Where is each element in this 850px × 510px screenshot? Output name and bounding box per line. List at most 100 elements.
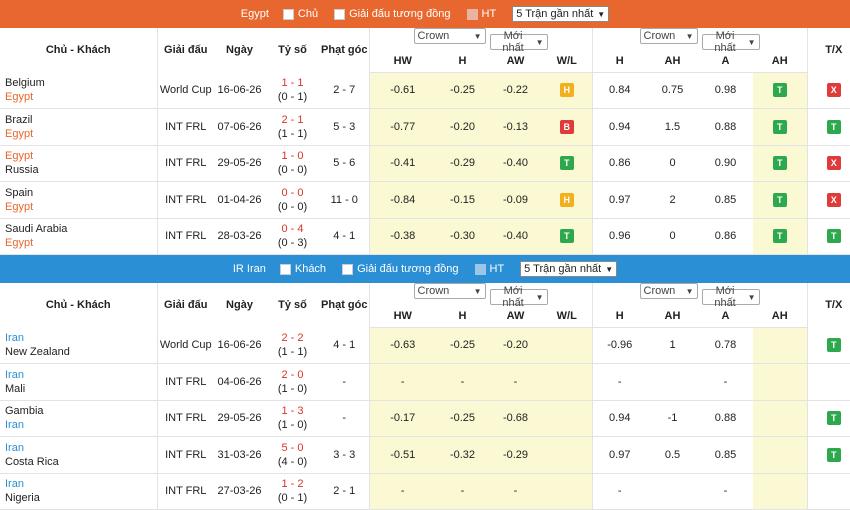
home-team[interactable]: Iran bbox=[5, 477, 157, 491]
hw-odds-cell: -0.38 bbox=[368, 218, 436, 255]
ht-filter[interactable]: HT bbox=[466, 8, 496, 20]
odds-time-select[interactable]: Mới nhất ▼ bbox=[701, 285, 760, 309]
checkbox-icon[interactable] bbox=[342, 263, 354, 275]
result-badge: T bbox=[772, 119, 787, 134]
ah-result-cell: T bbox=[753, 145, 807, 182]
corners-cell: 11 - 0 bbox=[320, 181, 369, 219]
home-team[interactable]: Egypt bbox=[5, 149, 157, 163]
bookmaker-value: Crown bbox=[417, 285, 450, 297]
home-team[interactable]: Gambia bbox=[5, 404, 157, 418]
checkbox-icon[interactable] bbox=[334, 8, 346, 20]
odds-time-select[interactable]: Mới nhất ▼ bbox=[489, 285, 548, 309]
table-row[interactable]: Gambia Iran INT FRL 29-05-26 1 - 3 (1 - 0) - -0… bbox=[0, 400, 850, 437]
table-row[interactable]: Iran Mali INT FRL 04-06-26 2 - 0 (1 - 0) - - - - -… bbox=[0, 363, 850, 401]
table-row[interactable]: Saudi Arabia Egypt INT FRL 28-03-26 0 - 4 (0 … bbox=[0, 218, 850, 255]
table-row[interactable]: Iran New Zealand World Cup 16-06-26 2 - 2 (1 … bbox=[0, 327, 850, 364]
away-team[interactable]: Egypt bbox=[5, 127, 157, 141]
draw-odds-cell: - bbox=[436, 363, 489, 401]
over-under-cell: X bbox=[806, 145, 850, 182]
checkbox-icon[interactable] bbox=[474, 263, 486, 275]
odds-time-select[interactable]: Mới nhất ▼ bbox=[489, 30, 548, 54]
away-team[interactable]: Costa Rica bbox=[5, 455, 157, 469]
home-team[interactable]: Iran bbox=[5, 368, 157, 382]
aw-odds-cell: -0.68 bbox=[489, 400, 542, 437]
same-league-label: Giải đấu tương đồng bbox=[349, 8, 451, 20]
odds-1x2-selectors: Crown ▼ Mới nhất ▼ bbox=[368, 28, 592, 54]
col-header-league: Giải đấu bbox=[156, 28, 214, 72]
teams-cell: Iran Nigeria bbox=[0, 473, 157, 510]
date-cell: 27-03-26 bbox=[214, 473, 265, 510]
teams-cell: Iran New Zealand bbox=[0, 327, 157, 364]
table-row[interactable]: Egypt Russia INT FRL 29-05-26 1 - 0 (0 - 0) 5 … bbox=[0, 145, 850, 182]
wl-cell bbox=[542, 473, 592, 510]
home-team[interactable]: Saudi Arabia bbox=[5, 222, 157, 236]
full-time-score: 2 - 0 bbox=[281, 368, 304, 381]
chevron-down-icon: ▼ bbox=[535, 292, 544, 302]
home-team[interactable]: Iran bbox=[5, 441, 157, 455]
ah-home-cell: 0.94 bbox=[591, 400, 647, 437]
table-row[interactable]: Belgium Egypt World Cup 16-06-26 1 - 1 (0 - 1… bbox=[0, 72, 850, 109]
away-team[interactable]: Russia bbox=[5, 163, 157, 177]
col-header-ah-result: AH bbox=[753, 50, 807, 73]
recent-matches-select[interactable]: 5 Trận gần nhất ▼ bbox=[520, 261, 618, 277]
ah-line-cell: 0.5 bbox=[647, 436, 698, 474]
away-team[interactable]: Iran bbox=[5, 418, 157, 432]
bookmaker-select[interactable]: Crown ▼ bbox=[639, 28, 698, 44]
ht-filter[interactable]: HT bbox=[474, 263, 504, 275]
corners-cell: 4 - 1 bbox=[320, 327, 369, 364]
col-header-h: H bbox=[436, 305, 489, 328]
half-time-score: (0 - 0) bbox=[277, 200, 308, 213]
col-header-date: Ngày bbox=[226, 44, 253, 56]
league-cell: INT FRL bbox=[156, 400, 214, 437]
col-header-ah-home: H bbox=[591, 50, 647, 73]
away-team[interactable]: New Zealand bbox=[5, 345, 157, 359]
col-header-over-under: T/X bbox=[806, 28, 850, 72]
recent-matches-select[interactable]: 5 Trận gần nhất ▼ bbox=[512, 6, 610, 22]
result-badge: T bbox=[772, 229, 787, 244]
result-badge: B bbox=[559, 119, 574, 134]
checkbox-icon[interactable] bbox=[279, 263, 291, 275]
date-cell: 04-06-26 bbox=[214, 363, 265, 401]
away-team[interactable]: Egypt bbox=[5, 200, 157, 214]
table-row[interactable]: Spain Egypt INT FRL 01-04-26 0 - 0 (0 - 0) 11 … bbox=[0, 181, 850, 219]
full-time-score: 0 - 4 bbox=[281, 223, 304, 236]
result-badge: T bbox=[559, 156, 574, 171]
away-team[interactable]: Egypt bbox=[5, 236, 157, 250]
home-team[interactable]: Belgium bbox=[5, 76, 157, 90]
checkbox-icon[interactable] bbox=[466, 8, 478, 20]
home-away-filter[interactable]: Chủ bbox=[282, 8, 318, 20]
home-team[interactable]: Iran bbox=[5, 331, 157, 345]
table-row[interactable]: Brazil Egypt INT FRL 07-06-26 2 - 1 (1 - 1) 5 … bbox=[0, 108, 850, 146]
home-away-filter[interactable]: Khách bbox=[279, 263, 326, 275]
ah-away-cell: - bbox=[698, 363, 753, 401]
bookmaker-select[interactable]: Crown ▼ bbox=[639, 283, 698, 299]
odds-time-select[interactable]: Mới nhất ▼ bbox=[701, 30, 760, 54]
away-team[interactable]: Egypt bbox=[5, 90, 157, 104]
checkbox-icon[interactable] bbox=[282, 8, 294, 20]
home-team[interactable]: Brazil bbox=[5, 113, 157, 127]
aw-odds-cell: - bbox=[489, 363, 542, 401]
ah-result-cell: T bbox=[753, 218, 807, 255]
bookmaker-select[interactable]: Crown ▼ bbox=[413, 28, 486, 44]
bookmaker-select[interactable]: Crown ▼ bbox=[413, 283, 486, 299]
league-cell: INT FRL bbox=[156, 363, 214, 401]
ah-result-cell bbox=[753, 400, 807, 437]
same-league-filter[interactable]: Giải đấu tương đồng bbox=[334, 8, 451, 20]
result-badge: H bbox=[559, 192, 574, 207]
away-team[interactable]: Mali bbox=[5, 382, 157, 396]
ah-result-cell: T bbox=[753, 181, 807, 219]
home-team[interactable]: Spain bbox=[5, 186, 157, 200]
teams-cell: Iran Mali bbox=[0, 363, 157, 401]
full-time-score: 2 - 1 bbox=[281, 113, 304, 126]
table-row[interactable]: Iran Costa Rica INT FRL 31-03-26 5 - 0 (4 - 0… bbox=[0, 436, 850, 474]
wl-cell: T bbox=[542, 218, 592, 255]
date-cell: 28-03-26 bbox=[214, 218, 265, 255]
ah-away-cell: - bbox=[698, 473, 753, 510]
same-league-filter[interactable]: Giải đấu tương đồng bbox=[342, 263, 459, 275]
col-header-teams: Chủ - Khách bbox=[45, 299, 111, 311]
half-time-score: (0 - 1) bbox=[277, 492, 308, 505]
away-team[interactable]: Nigeria bbox=[5, 491, 157, 505]
table-row[interactable]: Iran Nigeria INT FRL 27-03-26 1 - 2 (0 - 1) 2 … bbox=[0, 473, 850, 510]
half-time-score: (0 - 3) bbox=[277, 237, 308, 250]
hw-odds-cell: -0.51 bbox=[368, 436, 436, 474]
